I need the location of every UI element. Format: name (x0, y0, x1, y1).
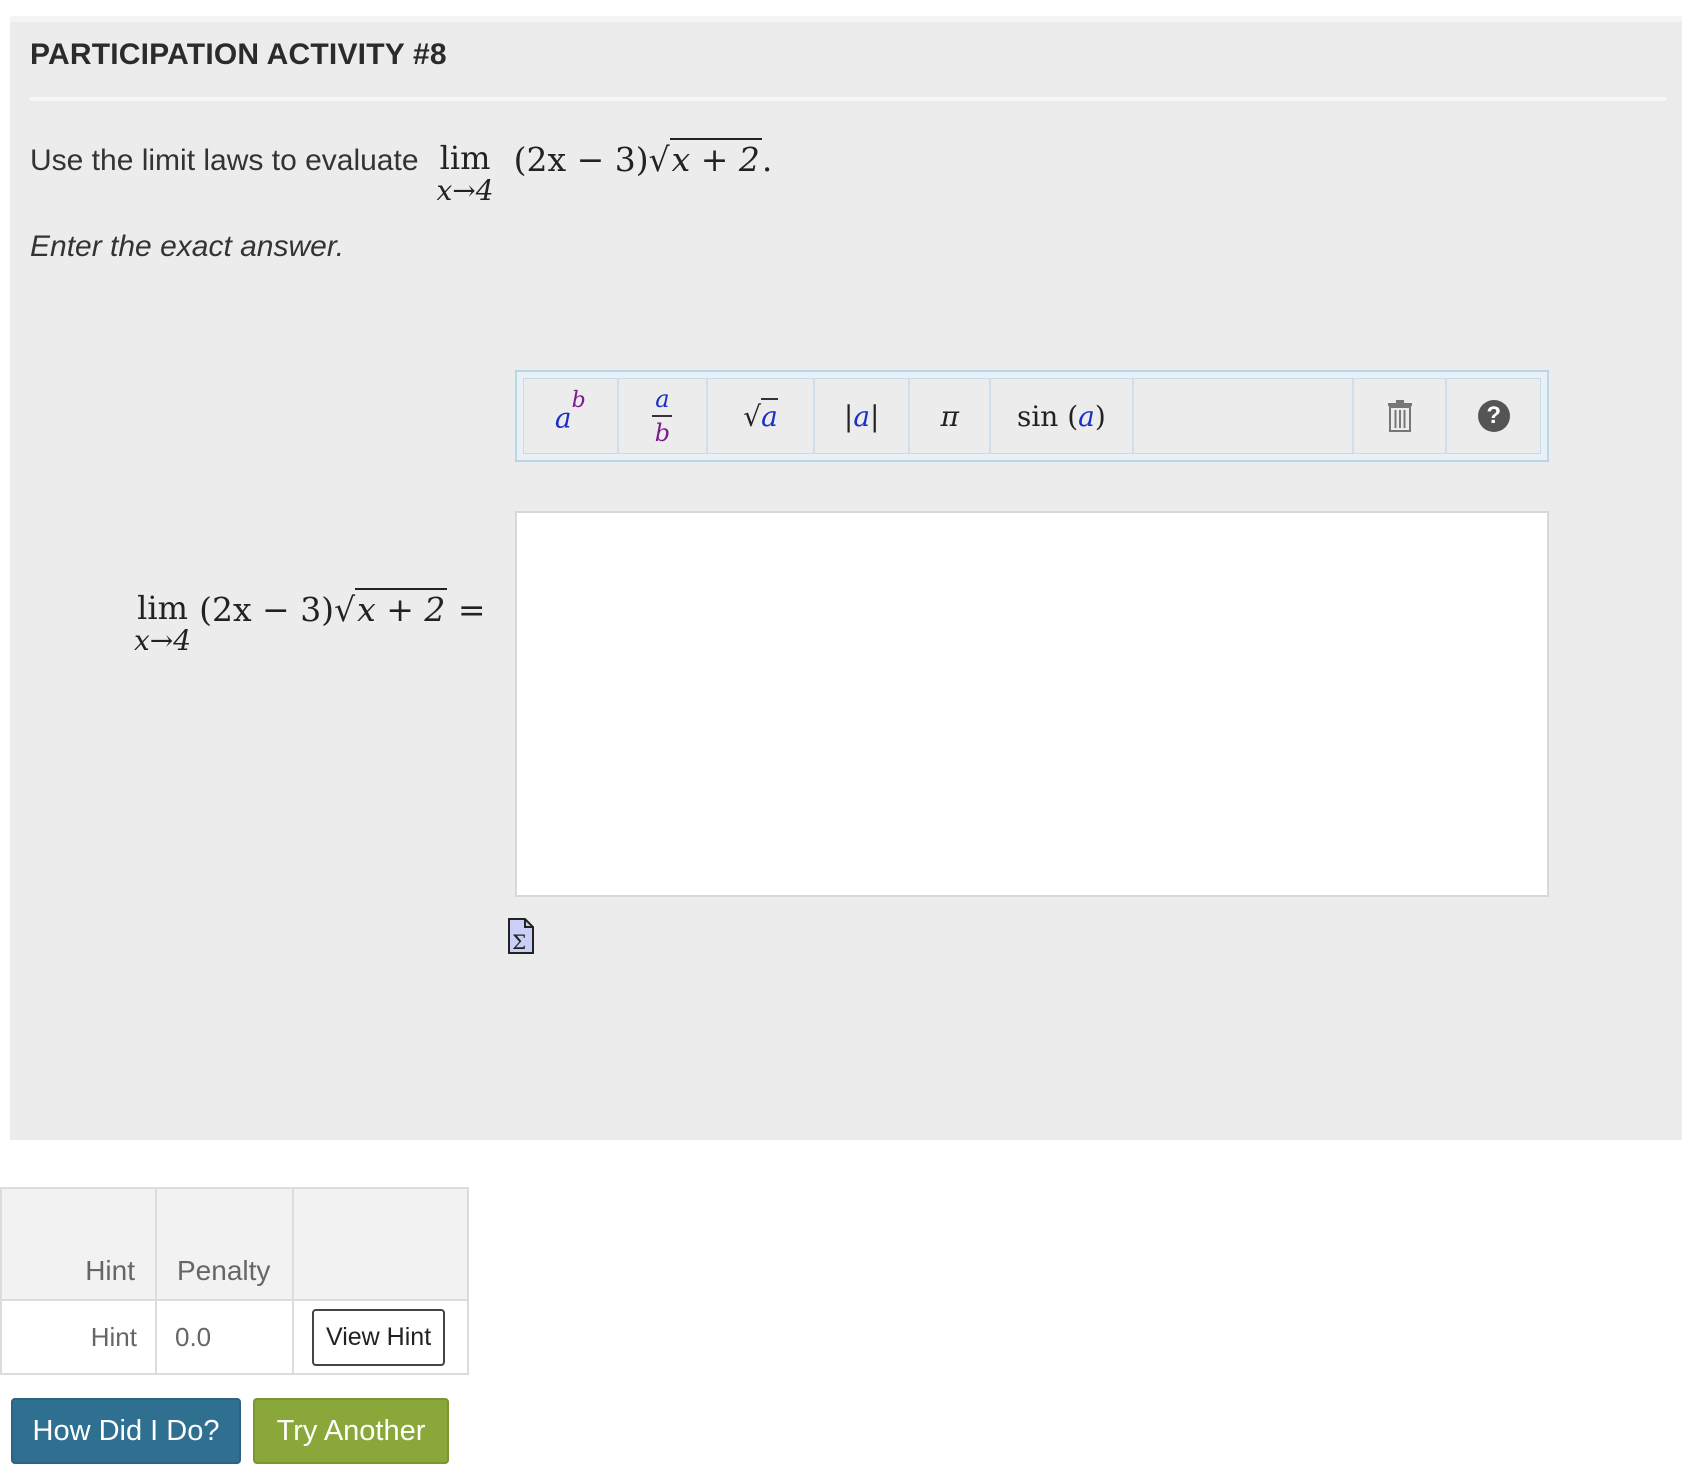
action-header (292, 1187, 469, 1301)
equals-sign: = (457, 590, 486, 629)
title-divider (30, 97, 1666, 101)
answer-radicand: x + 2 (355, 588, 448, 629)
question-text: Use the limit laws to evaluate (30, 144, 419, 177)
answer-expr-prefix: (2x − 3) (199, 590, 335, 629)
activity-title: PARTICIPATION ACTIVITY #8 (30, 38, 447, 71)
power-button[interactable]: ab (524, 379, 619, 453)
help-button[interactable]: ? (1447, 379, 1540, 453)
trash-icon (1387, 400, 1412, 432)
pi-icon: π (940, 399, 960, 433)
answer-sqrt-sign: √ (334, 590, 356, 629)
abs-button[interactable]: |a| (814, 379, 911, 453)
toolbar-spacer (1133, 379, 1354, 453)
answer-input[interactable] (515, 511, 1549, 897)
answer-lim-subscript: x→4 (134, 624, 192, 657)
math-toolbar: ab a b √a |a| π sin (a) ? (515, 370, 1549, 462)
limit-operator: lim x→4 (437, 140, 494, 206)
pi-button[interactable]: π (910, 379, 992, 453)
sigma-document-icon[interactable]: Σ (508, 918, 534, 954)
answer-limit-operator: lim x→4 (134, 590, 191, 656)
hint-table: Hint Penalty Hint 0.0 View Hint (0, 1187, 469, 1375)
hint-header: Hint (0, 1187, 157, 1301)
expr-period: . (761, 140, 773, 179)
answer-label: lim x→4 (2x − 3)√x + 2 = (134, 588, 486, 656)
action-cell: View Hint (292, 1299, 469, 1375)
penalty-cell: 0.0 (155, 1299, 294, 1375)
answer-lim-word: lim (137, 589, 188, 627)
table-row: Hint 0.0 View Hint (0, 1299, 469, 1375)
expr-radicand: x + 2 (669, 138, 762, 179)
lim-word: lim (439, 139, 491, 177)
try-another-button[interactable]: Try Another (253, 1398, 449, 1464)
fraction-button[interactable]: a b (618, 379, 709, 453)
sqrt-sign: √ (648, 140, 670, 179)
clear-button[interactable] (1353, 379, 1448, 453)
how-did-i-do-button[interactable]: How Did I Do? (11, 1398, 241, 1464)
penalty-header: Penalty (155, 1187, 294, 1301)
sqrt-button[interactable]: √a (708, 379, 815, 453)
question-prompt: Use the limit laws to evaluate lim x→4 (… (30, 138, 773, 210)
sqrt-icon: √a (743, 397, 778, 433)
fraction-icon: a b (652, 386, 673, 446)
expr-prefix: (2x − 3) (513, 140, 649, 179)
instruction-text: Enter the exact answer. (30, 230, 345, 263)
lim-subscript: x→4 (436, 174, 494, 207)
limit-expression: (2x − 3)√x + 2. (513, 138, 773, 180)
hint-cell: Hint (0, 1299, 157, 1375)
sin-button[interactable]: sin (a) (991, 379, 1134, 453)
help-icon: ? (1477, 400, 1510, 432)
power-icon: ab (554, 387, 586, 435)
hint-table-header: Hint Penalty (0, 1187, 469, 1301)
sin-icon: sin (a) (1016, 399, 1106, 433)
svg-text:Σ: Σ (512, 930, 526, 954)
abs-icon: |a| (843, 399, 880, 433)
answer-expression: (2x − 3)√x + 2 = (199, 588, 486, 630)
view-hint-button[interactable]: View Hint (312, 1308, 446, 1366)
